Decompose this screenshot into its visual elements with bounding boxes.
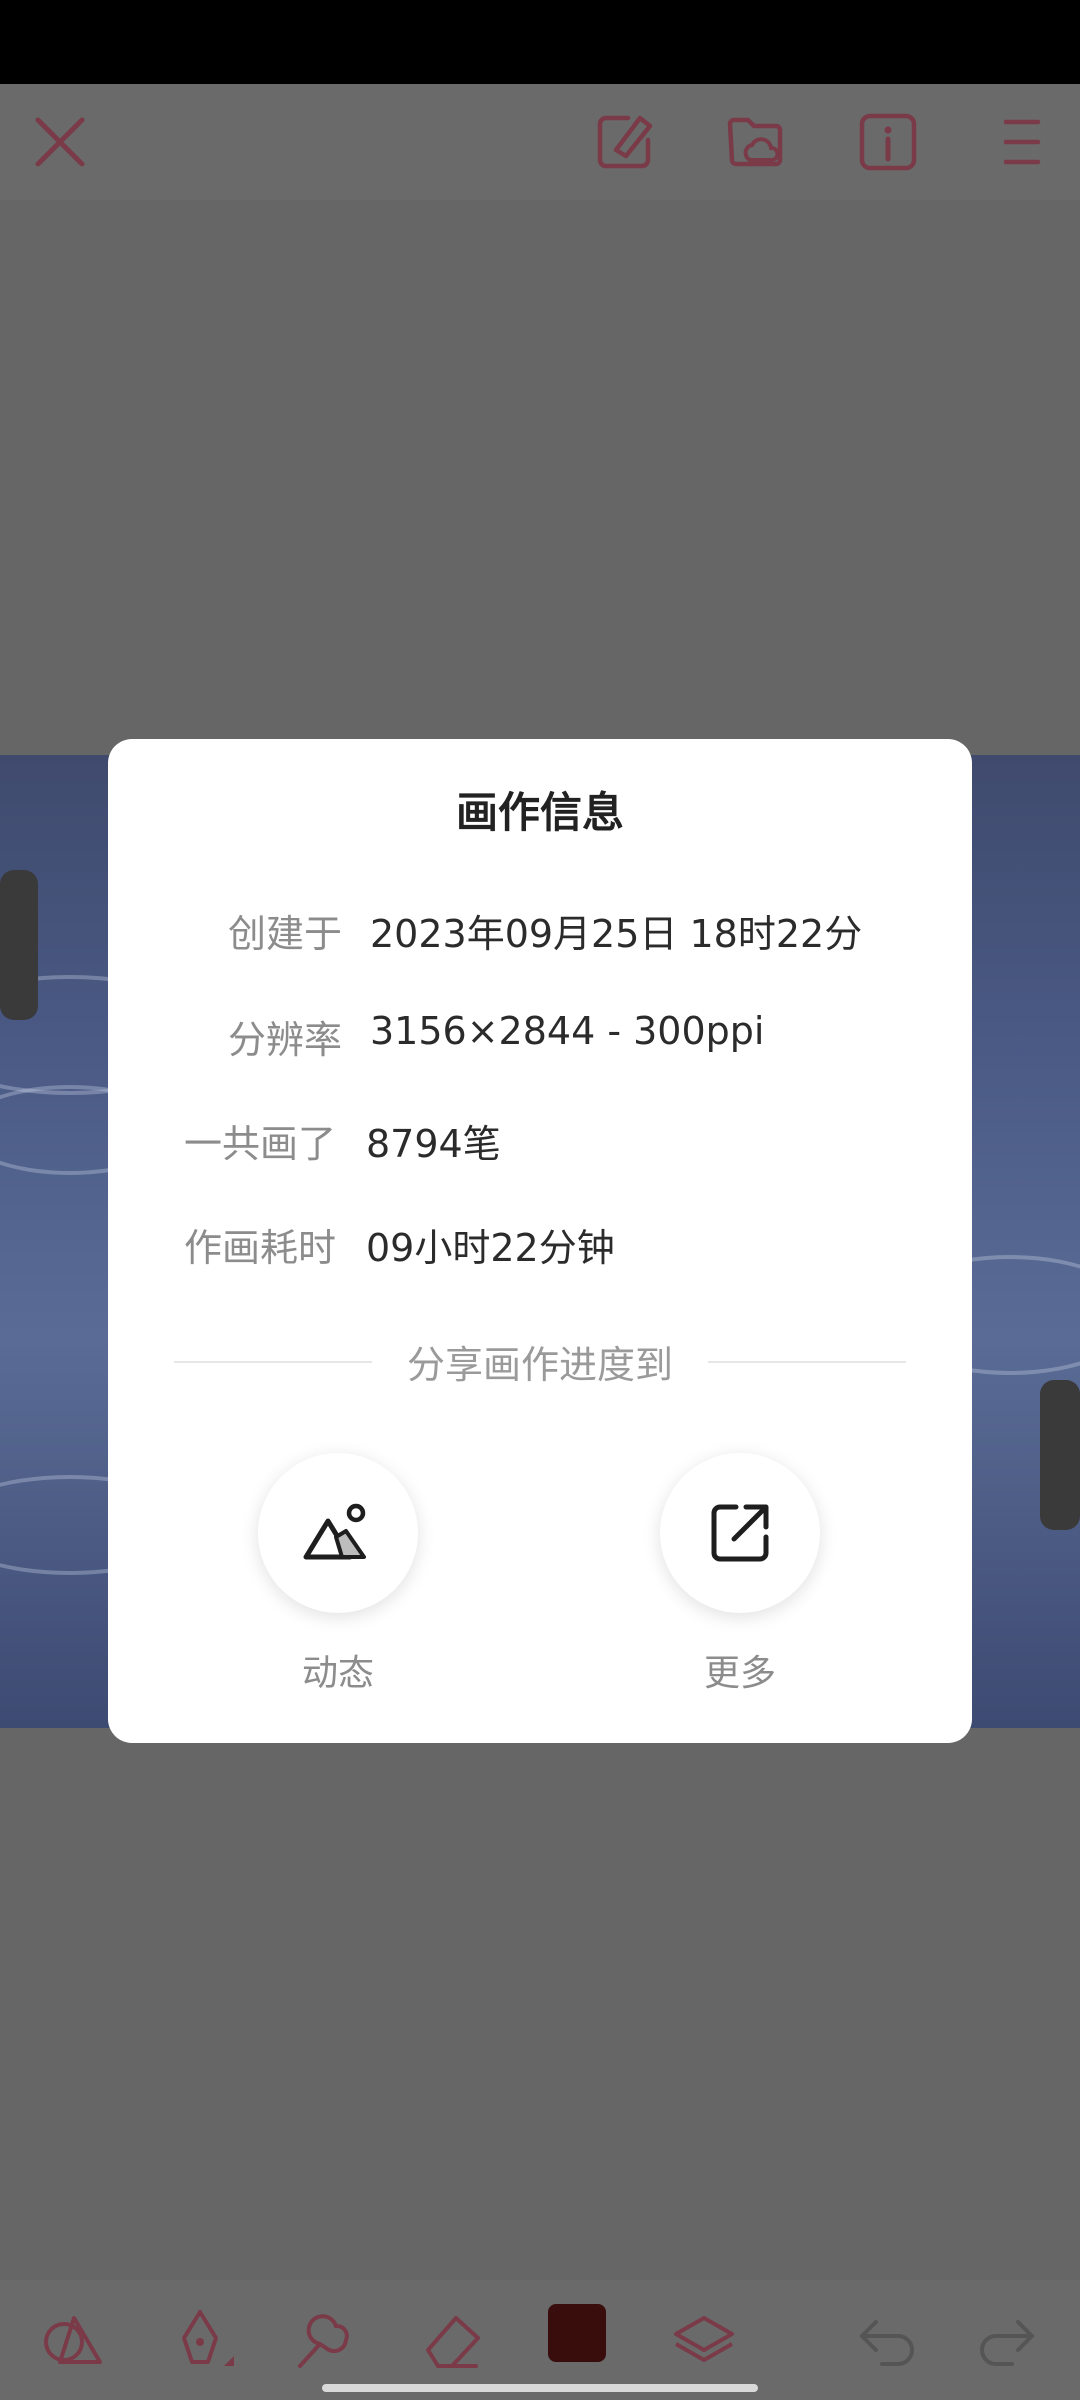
dialog-title: 画作信息 (455, 788, 624, 837)
redo-icon (980, 2320, 1034, 2366)
redo-button[interactable] (970, 2304, 1042, 2376)
info-value: 2023年09月25日 18时22分 (370, 912, 863, 956)
info-icon (859, 113, 917, 171)
bottom-toolbar (0, 2280, 1080, 2400)
cloud-folder-button[interactable] (724, 110, 788, 174)
left-slider-handle[interactable] (0, 870, 38, 1020)
eraser-icon (426, 2316, 480, 2368)
pen-tool-button[interactable] (164, 2304, 236, 2376)
share-to-feed-button[interactable] (258, 1453, 418, 1613)
info-label: 分辨率 (227, 1018, 342, 1062)
home-indicator[interactable] (322, 2384, 758, 2392)
close-icon (35, 117, 85, 167)
info-row-strokes: 一共画了 8794笔 (108, 1113, 972, 1169)
edit-document-button[interactable] (592, 110, 656, 174)
menu-button[interactable] (990, 110, 1054, 174)
right-slider-handle[interactable] (1040, 1380, 1080, 1530)
artwork-info-dialog: 画作信息 创建于 2023年09月25日 18时22分 分辨率 3156×284… (108, 739, 972, 1743)
edit-doc-icon (597, 115, 653, 169)
smudge-icon (298, 2314, 349, 2368)
pen-icon (182, 2310, 234, 2366)
status-bar (0, 0, 1080, 84)
info-button[interactable] (856, 110, 920, 174)
info-row-resolution: 分辨率 3156×2844 - 300ppi (108, 1009, 972, 1065)
cloud-folder-icon (727, 117, 783, 167)
info-row-created: 创建于 2023年09月25日 18时22分 (108, 903, 972, 959)
layers-icon (674, 2316, 734, 2362)
layers-button[interactable] (668, 2304, 740, 2376)
info-value: 09小时22分钟 (366, 1226, 615, 1270)
share-more-label: 更多 (703, 1653, 776, 1694)
info-label: 作画耗时 (183, 1226, 336, 1270)
top-toolbar (0, 84, 1080, 200)
shapes-tool-button[interactable] (38, 2304, 110, 2376)
external-share-icon (711, 1504, 769, 1562)
divider-right (708, 1361, 906, 1363)
info-row-duration: 作画耗时 09小时22分钟 (108, 1217, 972, 1273)
share-more-button[interactable] (660, 1453, 820, 1613)
info-value: 3156×2844 - 300ppi (370, 1009, 765, 1053)
info-label: 一共画了 (183, 1122, 336, 1166)
close-button[interactable] (28, 110, 92, 174)
color-swatch[interactable] (548, 2304, 606, 2362)
info-value: 8794笔 (366, 1122, 501, 1166)
share-to-feed-label: 动态 (301, 1653, 374, 1694)
shapes-icon (44, 2316, 102, 2364)
undo-icon (860, 2320, 914, 2366)
menu-icon (1003, 119, 1041, 165)
undo-button[interactable] (852, 2304, 924, 2376)
smudge-tool-button[interactable] (290, 2304, 362, 2376)
info-label: 创建于 (227, 912, 342, 956)
mountain-photo-icon (303, 1503, 366, 1560)
eraser-tool-button[interactable] (416, 2304, 488, 2376)
